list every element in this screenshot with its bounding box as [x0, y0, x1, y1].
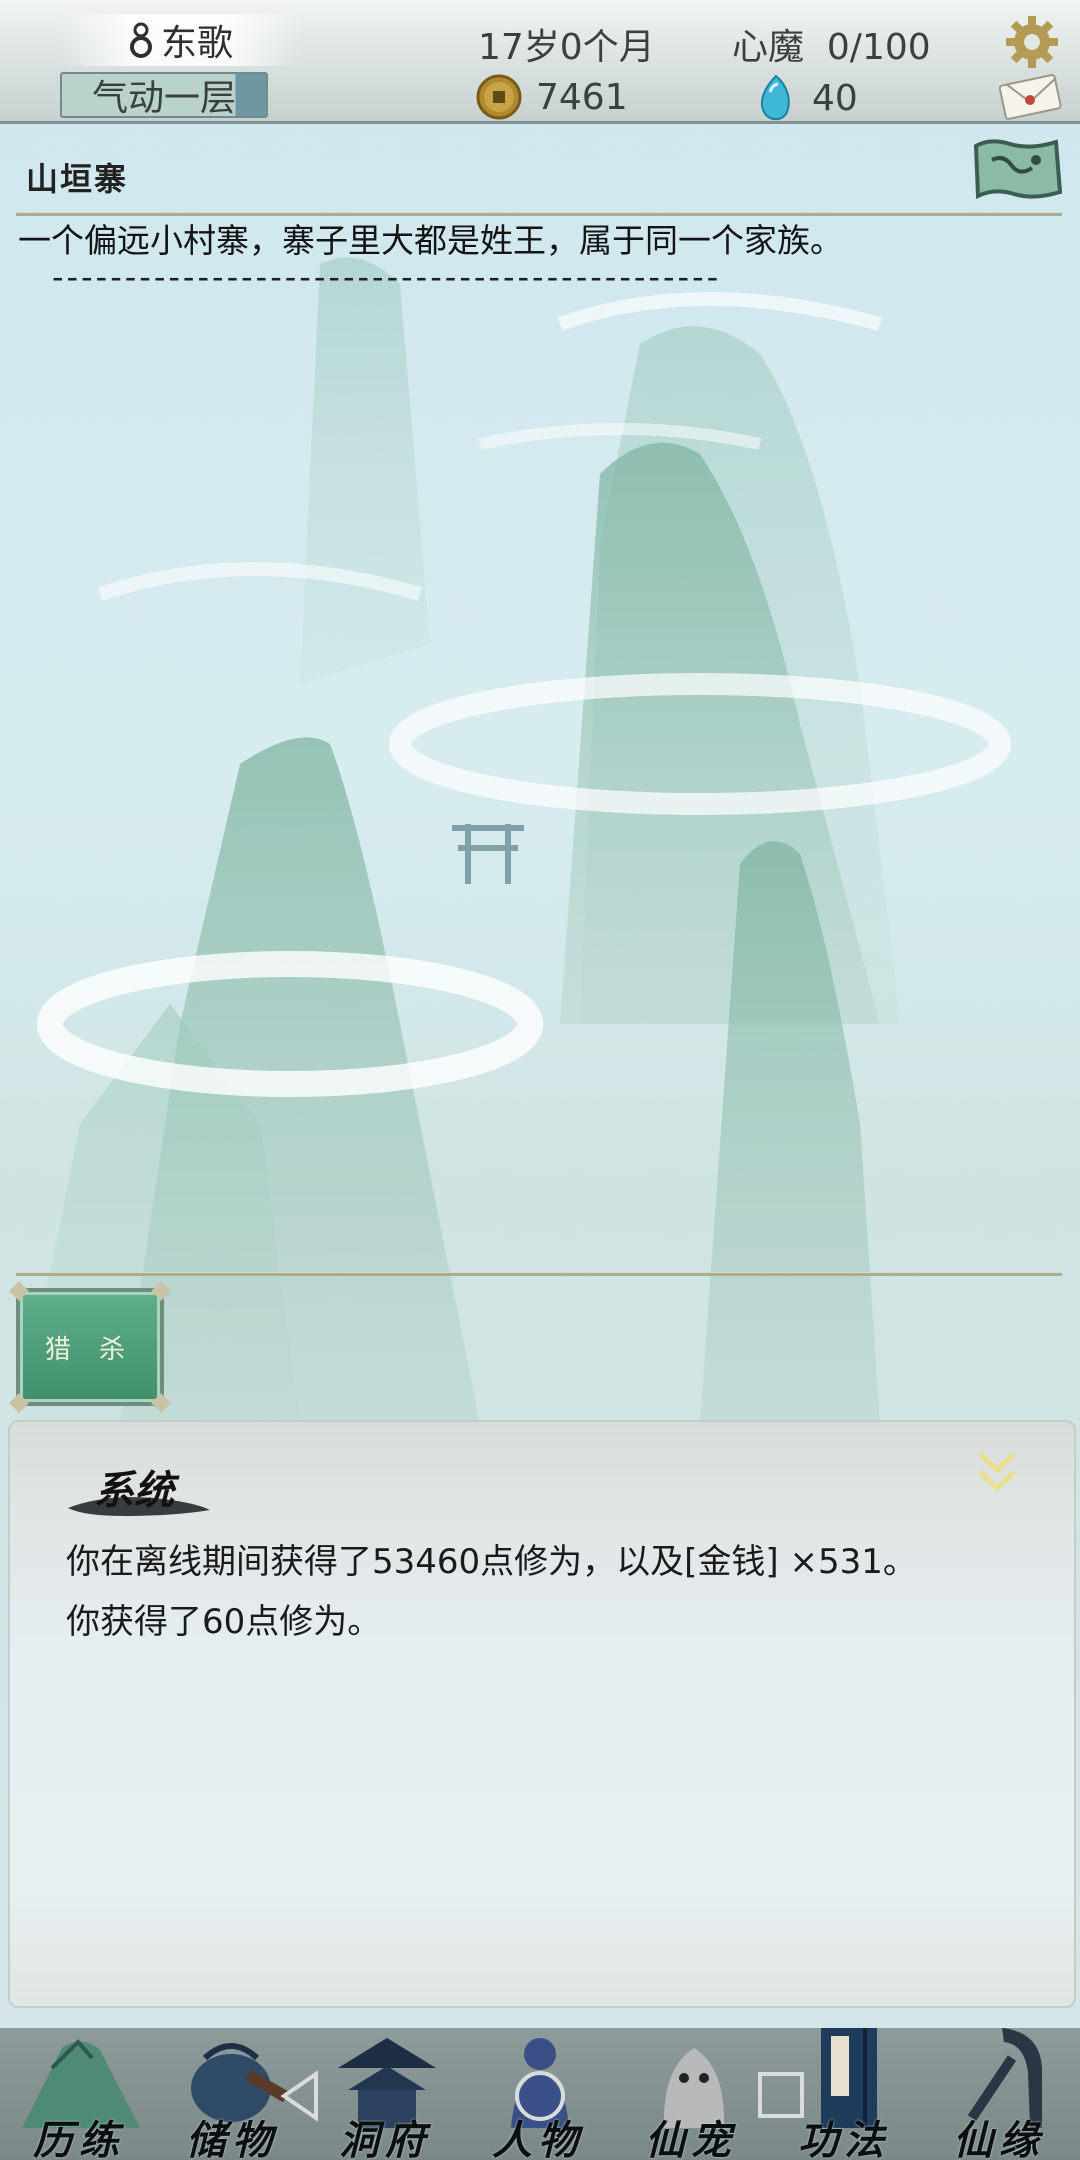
log-title: 系统 — [94, 1467, 174, 1514]
nav-item-fate[interactable]: 仙缘 — [924, 2028, 1074, 2160]
nav-label: 历练 — [33, 2117, 125, 2160]
player-name: 东歌 — [160, 23, 233, 64]
player-name-badge[interactable]: 东歌 — [60, 14, 300, 66]
log-header: 系统 — [64, 1452, 214, 1522]
player-age: 17岁0个月 — [478, 27, 655, 68]
coin-amount: 7461 — [536, 76, 628, 118]
coin-counter: 7461 — [476, 74, 628, 120]
hunt-button[interactable]: 猎 杀 — [9, 1281, 171, 1413]
hunt-button-label: 猎 杀 — [44, 1334, 136, 1365]
heart-demon-stat: 心魔 0/100 — [732, 18, 931, 70]
spirit-stone-amount: 40 — [812, 77, 858, 119]
nav-item-cave[interactable]: 洞府 — [310, 2028, 460, 2160]
recents-softkey-icon[interactable] — [756, 2070, 806, 2120]
copper-coin-icon — [476, 74, 522, 120]
log-entry: 你获得了60点修为。 — [66, 1602, 382, 1642]
heart-demon-value: 0/100 — [826, 27, 931, 68]
spirit-stone-icon — [760, 74, 790, 120]
nav-label: 仙缘 — [953, 2117, 1045, 2160]
log-entry: 你在离线期间获得了53460点修为，以及[金钱] ×531。 — [66, 1542, 917, 1582]
map-scroll-icon[interactable] — [970, 136, 1064, 202]
gourd-icon — [129, 22, 152, 58]
nav-label: 仙宠 — [645, 2117, 737, 2160]
realm-progress-bar[interactable]: 气动一层 — [60, 72, 268, 119]
gear-icon[interactable] — [1004, 14, 1060, 70]
location-title: 山垣寨 — [26, 160, 129, 198]
nav-item-training[interactable]: 历练 — [4, 2028, 154, 2160]
heart-demon-label: 心魔 — [732, 27, 805, 68]
mail-icon[interactable] — [998, 72, 1062, 120]
scene-divider-bottom — [16, 1272, 1062, 1276]
home-softkey-icon[interactable] — [512, 2068, 568, 2124]
status-bar: 东歌 气动一层 17岁0个月 心魔 0/100 7461 40 — [0, 0, 1080, 124]
dashed-separator: ----------------------------------------… — [52, 258, 722, 296]
back-softkey-icon[interactable] — [276, 2068, 324, 2124]
location-header: 山垣寨 — [0, 124, 1080, 220]
realm-label: 气动一层 — [91, 78, 236, 119]
system-log-panel: 系统 你在离线期间获得了53460点修为，以及[金钱] ×531。 你获得了60… — [8, 1420, 1076, 2008]
collapse-chevron-icon[interactable] — [974, 1448, 1020, 1496]
nav-item-pet[interactable]: 仙宠 — [616, 2028, 766, 2160]
mountain-landscape-background — [20, 257, 1011, 1424]
spirit-stone-counter: 40 — [758, 74, 858, 122]
location-description: 一个偏远小村寨，寨子里大都是姓王，属于同一个家族。 — [18, 221, 843, 260]
nav-label: 洞府 — [339, 2117, 431, 2160]
